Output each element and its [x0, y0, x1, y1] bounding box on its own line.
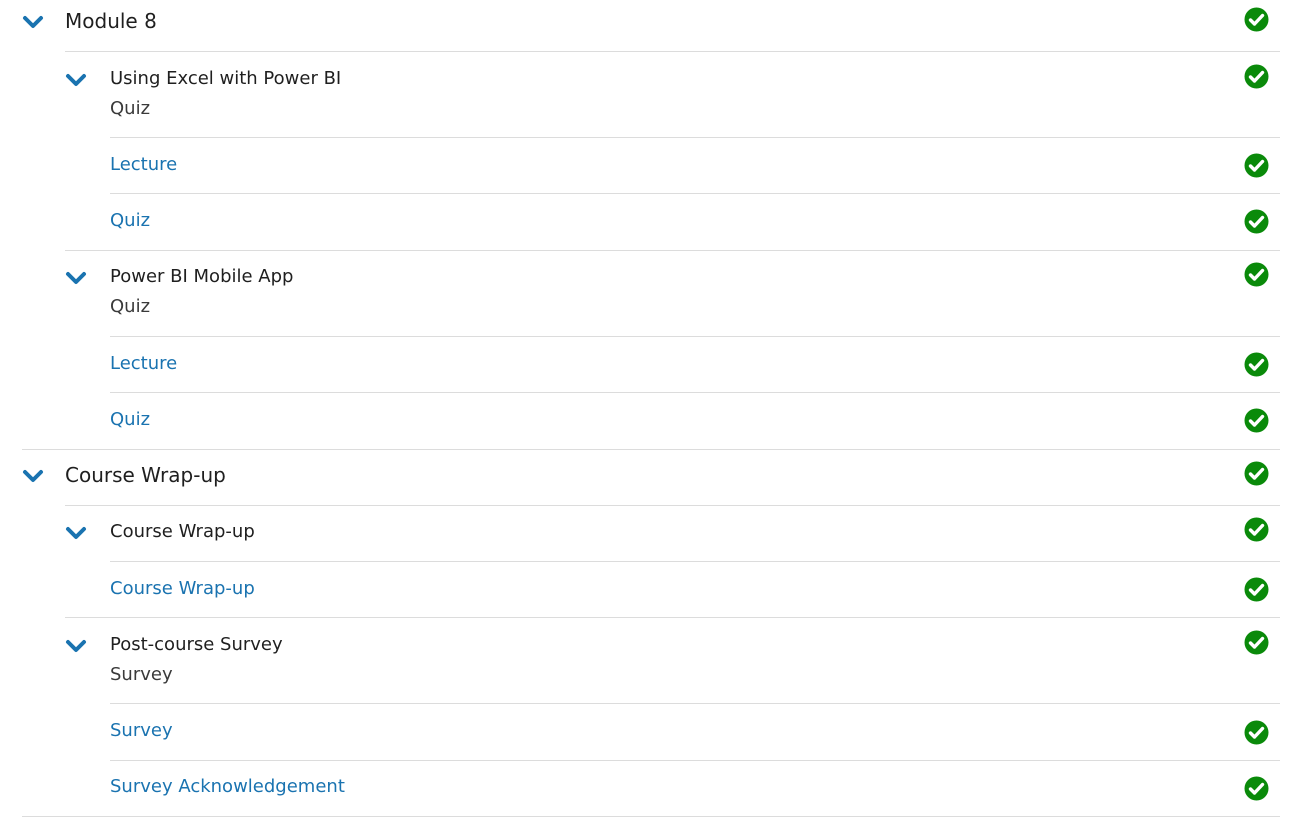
divider: [110, 336, 1280, 337]
check-circle-icon: [1244, 776, 1269, 801]
item-link[interactable]: Lecture: [110, 355, 177, 373]
section-title: Power BI Mobile App: [110, 266, 294, 287]
section-subtitle: Quiz: [110, 296, 151, 317]
chevron-down-icon[interactable]: [65, 271, 87, 285]
divider: [110, 703, 1280, 704]
check-circle-icon: [1244, 352, 1269, 377]
section-title: Post-course Survey: [110, 634, 283, 655]
divider: [110, 561, 1280, 562]
chevron-down-icon[interactable]: [65, 73, 87, 87]
check-circle-icon: [1244, 262, 1269, 287]
divider: [65, 617, 1280, 618]
divider: [110, 392, 1280, 393]
check-circle-icon: [1244, 153, 1269, 178]
section-subtitle: Survey: [110, 664, 173, 685]
module-title: Module 8: [65, 9, 157, 33]
check-circle-icon: [1244, 517, 1269, 542]
divider: [65, 250, 1280, 251]
section-title: Course Wrap-up: [110, 521, 255, 542]
check-circle-icon: [1244, 461, 1269, 486]
divider: [22, 816, 1280, 817]
section-subtitle: Quiz: [110, 98, 151, 119]
check-circle-icon: [1244, 209, 1269, 234]
item-link[interactable]: Quiz: [110, 411, 150, 429]
item-link[interactable]: Quiz: [110, 212, 150, 230]
divider: [65, 51, 1280, 52]
divider: [110, 760, 1280, 761]
section-title: Using Excel with Power BI: [110, 68, 342, 89]
item-link[interactable]: Course Wrap-up: [110, 580, 255, 598]
check-circle-icon: [1244, 630, 1269, 655]
divider: [110, 137, 1280, 138]
divider: [22, 449, 1280, 450]
chevron-down-icon[interactable]: [22, 469, 44, 483]
item-link[interactable]: Survey: [110, 722, 173, 740]
item-link[interactable]: Lecture: [110, 156, 177, 174]
check-circle-icon: [1244, 408, 1269, 433]
chevron-down-icon[interactable]: [65, 639, 87, 653]
chevron-down-icon[interactable]: [65, 526, 87, 540]
module-title: Course Wrap-up: [65, 463, 226, 487]
check-circle-icon: [1244, 7, 1269, 32]
chevron-down-icon[interactable]: [22, 15, 44, 29]
check-circle-icon: [1244, 64, 1269, 89]
check-circle-icon: [1244, 577, 1269, 602]
divider: [110, 193, 1280, 194]
check-circle-icon: [1244, 720, 1269, 745]
divider: [65, 505, 1280, 506]
item-link[interactable]: Survey Acknowledgement: [110, 778, 345, 796]
